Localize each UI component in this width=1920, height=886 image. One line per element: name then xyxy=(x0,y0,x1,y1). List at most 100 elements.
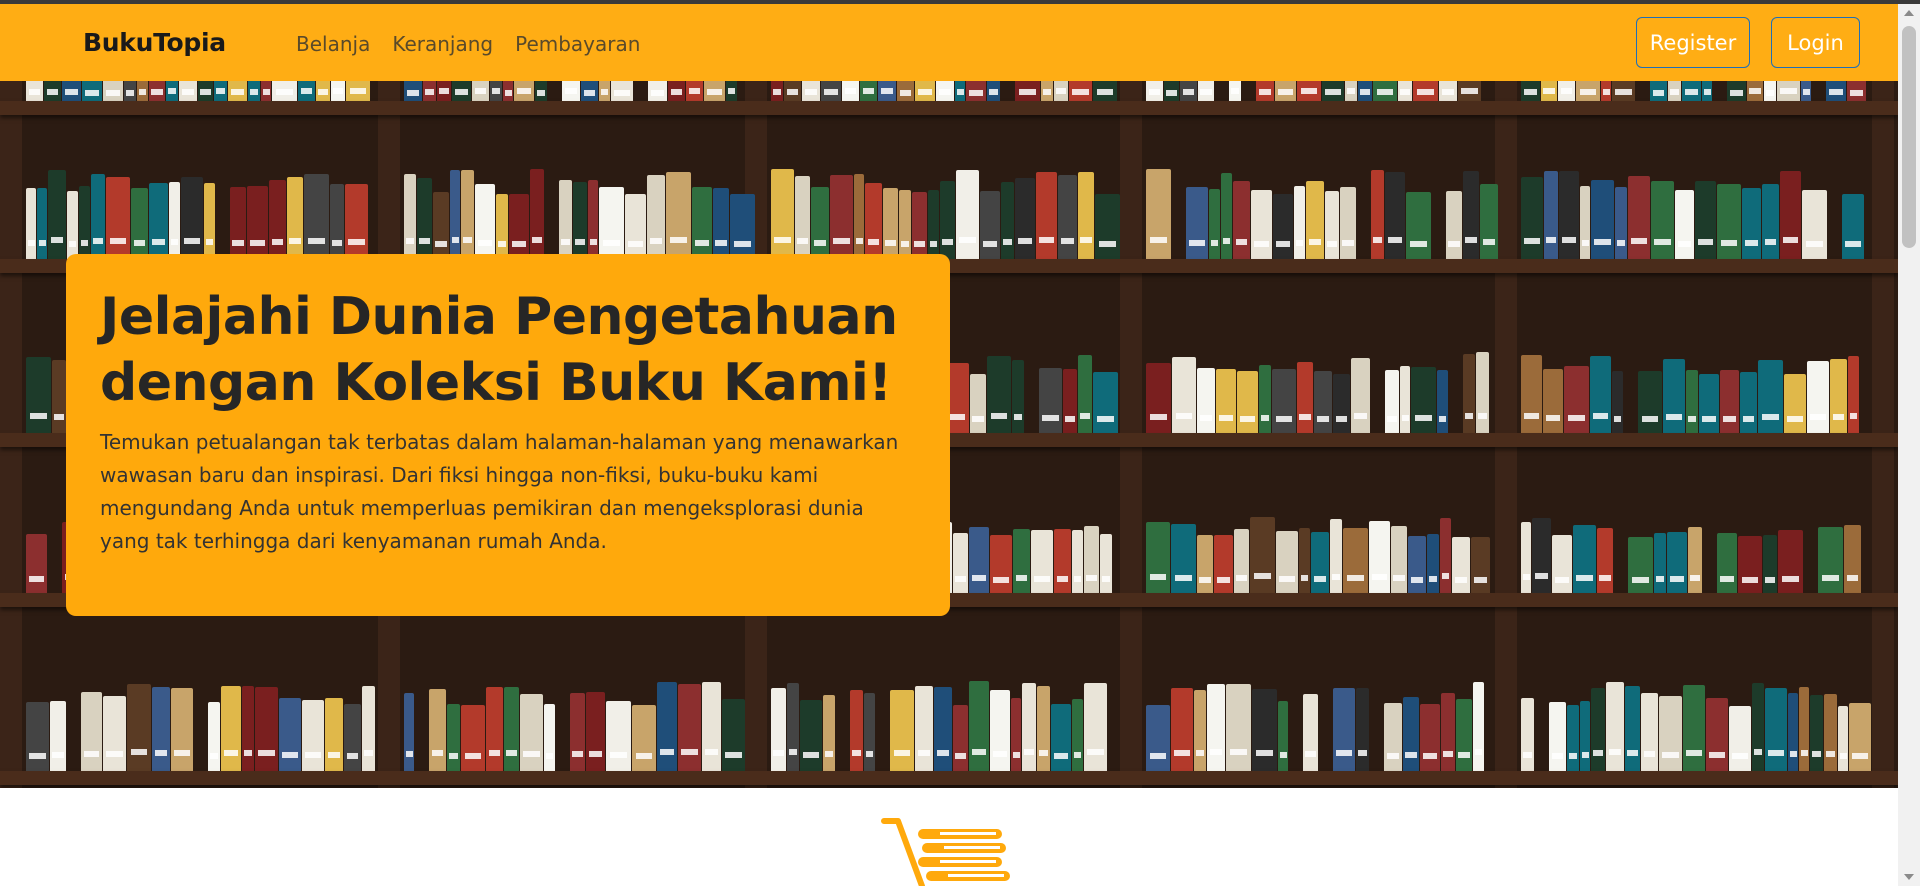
register-button[interactable]: Register xyxy=(1636,17,1750,68)
book-spine xyxy=(325,697,343,771)
book-spine xyxy=(1777,81,1800,101)
book-spine xyxy=(970,373,986,433)
book-spine xyxy=(1180,81,1197,101)
book-spine xyxy=(1303,694,1318,771)
nav-link-keranjang[interactable]: Keranjang xyxy=(392,32,493,56)
book-spine xyxy=(198,81,213,101)
book-spine xyxy=(802,81,820,101)
book-spine xyxy=(1765,687,1787,771)
book-spine xyxy=(1385,172,1405,259)
book-spine xyxy=(26,81,43,101)
book-spine xyxy=(1532,517,1551,593)
book-spine xyxy=(1541,81,1557,101)
book-spine xyxy=(702,682,721,771)
book-spine xyxy=(842,81,859,101)
book-spine xyxy=(1801,81,1811,101)
book-spine xyxy=(1039,368,1062,433)
book-spine xyxy=(26,188,36,259)
book-spine xyxy=(800,699,822,771)
book-spine xyxy=(1686,369,1698,433)
book-spine xyxy=(503,81,513,101)
nav-link-belanja[interactable]: Belanja xyxy=(296,32,370,56)
book-spine xyxy=(1072,530,1083,593)
book-spine xyxy=(452,81,471,101)
book-spine xyxy=(1198,81,1214,101)
book-spine xyxy=(934,686,952,771)
book-spine xyxy=(1037,686,1050,771)
book-spine xyxy=(1413,81,1438,101)
book-spine xyxy=(811,186,829,259)
book-spine xyxy=(50,701,66,771)
book-spine xyxy=(1437,369,1448,433)
book-spine xyxy=(1747,81,1763,101)
book-spine xyxy=(1411,367,1436,433)
book-spine xyxy=(1830,359,1847,433)
book-spine xyxy=(980,190,1000,259)
brand-logo[interactable]: BukuTopia xyxy=(83,28,226,57)
book-spine xyxy=(1084,526,1099,593)
book-spine xyxy=(1802,189,1827,259)
book-spine xyxy=(423,81,436,101)
book-spine xyxy=(1476,352,1489,433)
book-spine xyxy=(678,683,701,771)
book-spine xyxy=(1720,369,1739,433)
book-spine xyxy=(1146,81,1163,101)
book-spine xyxy=(647,175,665,259)
book-spine xyxy=(860,81,877,101)
book-spine xyxy=(586,691,605,771)
book-spine xyxy=(1549,701,1566,771)
book-spine xyxy=(1408,535,1426,593)
book-spine xyxy=(1706,698,1728,771)
book-spine xyxy=(530,169,544,259)
book-spine xyxy=(1849,702,1871,771)
book-spine xyxy=(1695,180,1716,259)
book-spine xyxy=(899,189,911,259)
book-spine xyxy=(490,81,502,101)
book-spine xyxy=(169,181,180,259)
book-spine xyxy=(1237,371,1258,433)
book-spine xyxy=(1471,536,1490,593)
book-spine xyxy=(1675,189,1694,259)
book-spine xyxy=(1650,81,1667,101)
book-spine xyxy=(214,81,227,101)
book-spine xyxy=(1252,688,1277,771)
page-scrollbar[interactable] xyxy=(1898,4,1920,886)
book-spine xyxy=(1054,529,1071,593)
book-spine xyxy=(1164,81,1179,101)
book-spine xyxy=(1848,355,1859,433)
book-spine xyxy=(1456,699,1472,771)
book-spine xyxy=(936,81,954,101)
book-spine xyxy=(404,81,422,101)
book-spine xyxy=(1458,81,1481,101)
book-spine xyxy=(346,81,370,101)
book-spine xyxy=(1440,517,1451,593)
scrollbar-thumb[interactable] xyxy=(1902,26,1916,248)
book-spine xyxy=(1400,366,1410,433)
book-spine xyxy=(302,699,324,771)
scroll-down-arrow-icon[interactable] xyxy=(1904,874,1914,880)
book-spine xyxy=(599,186,624,259)
book-spine xyxy=(668,81,685,101)
book-spine xyxy=(784,81,801,101)
book-spine xyxy=(1171,687,1193,771)
book-spine xyxy=(1233,180,1250,259)
book-spine xyxy=(1398,81,1412,101)
book-spine xyxy=(1826,81,1846,101)
book-spine xyxy=(1580,185,1590,259)
book-spine xyxy=(1628,536,1653,593)
book-spine xyxy=(269,180,286,259)
login-button[interactable]: Login xyxy=(1771,17,1860,68)
book-spine xyxy=(1740,371,1757,433)
book-spine xyxy=(1406,192,1431,259)
book-spine xyxy=(1663,358,1685,433)
hero-section: Jelajahi Dunia Pengetahuan dengan Koleks… xyxy=(0,81,1898,788)
book-spine xyxy=(1659,696,1682,771)
book-spine xyxy=(1015,81,1040,101)
book-spine xyxy=(823,695,835,771)
book-spine xyxy=(287,176,303,259)
book-spine xyxy=(969,681,989,771)
nav-link-pembayaran[interactable]: Pembayaran xyxy=(515,32,640,56)
scroll-up-arrow-icon[interactable] xyxy=(1904,10,1914,16)
book-spine xyxy=(1345,81,1357,101)
book-spine xyxy=(1699,373,1719,433)
